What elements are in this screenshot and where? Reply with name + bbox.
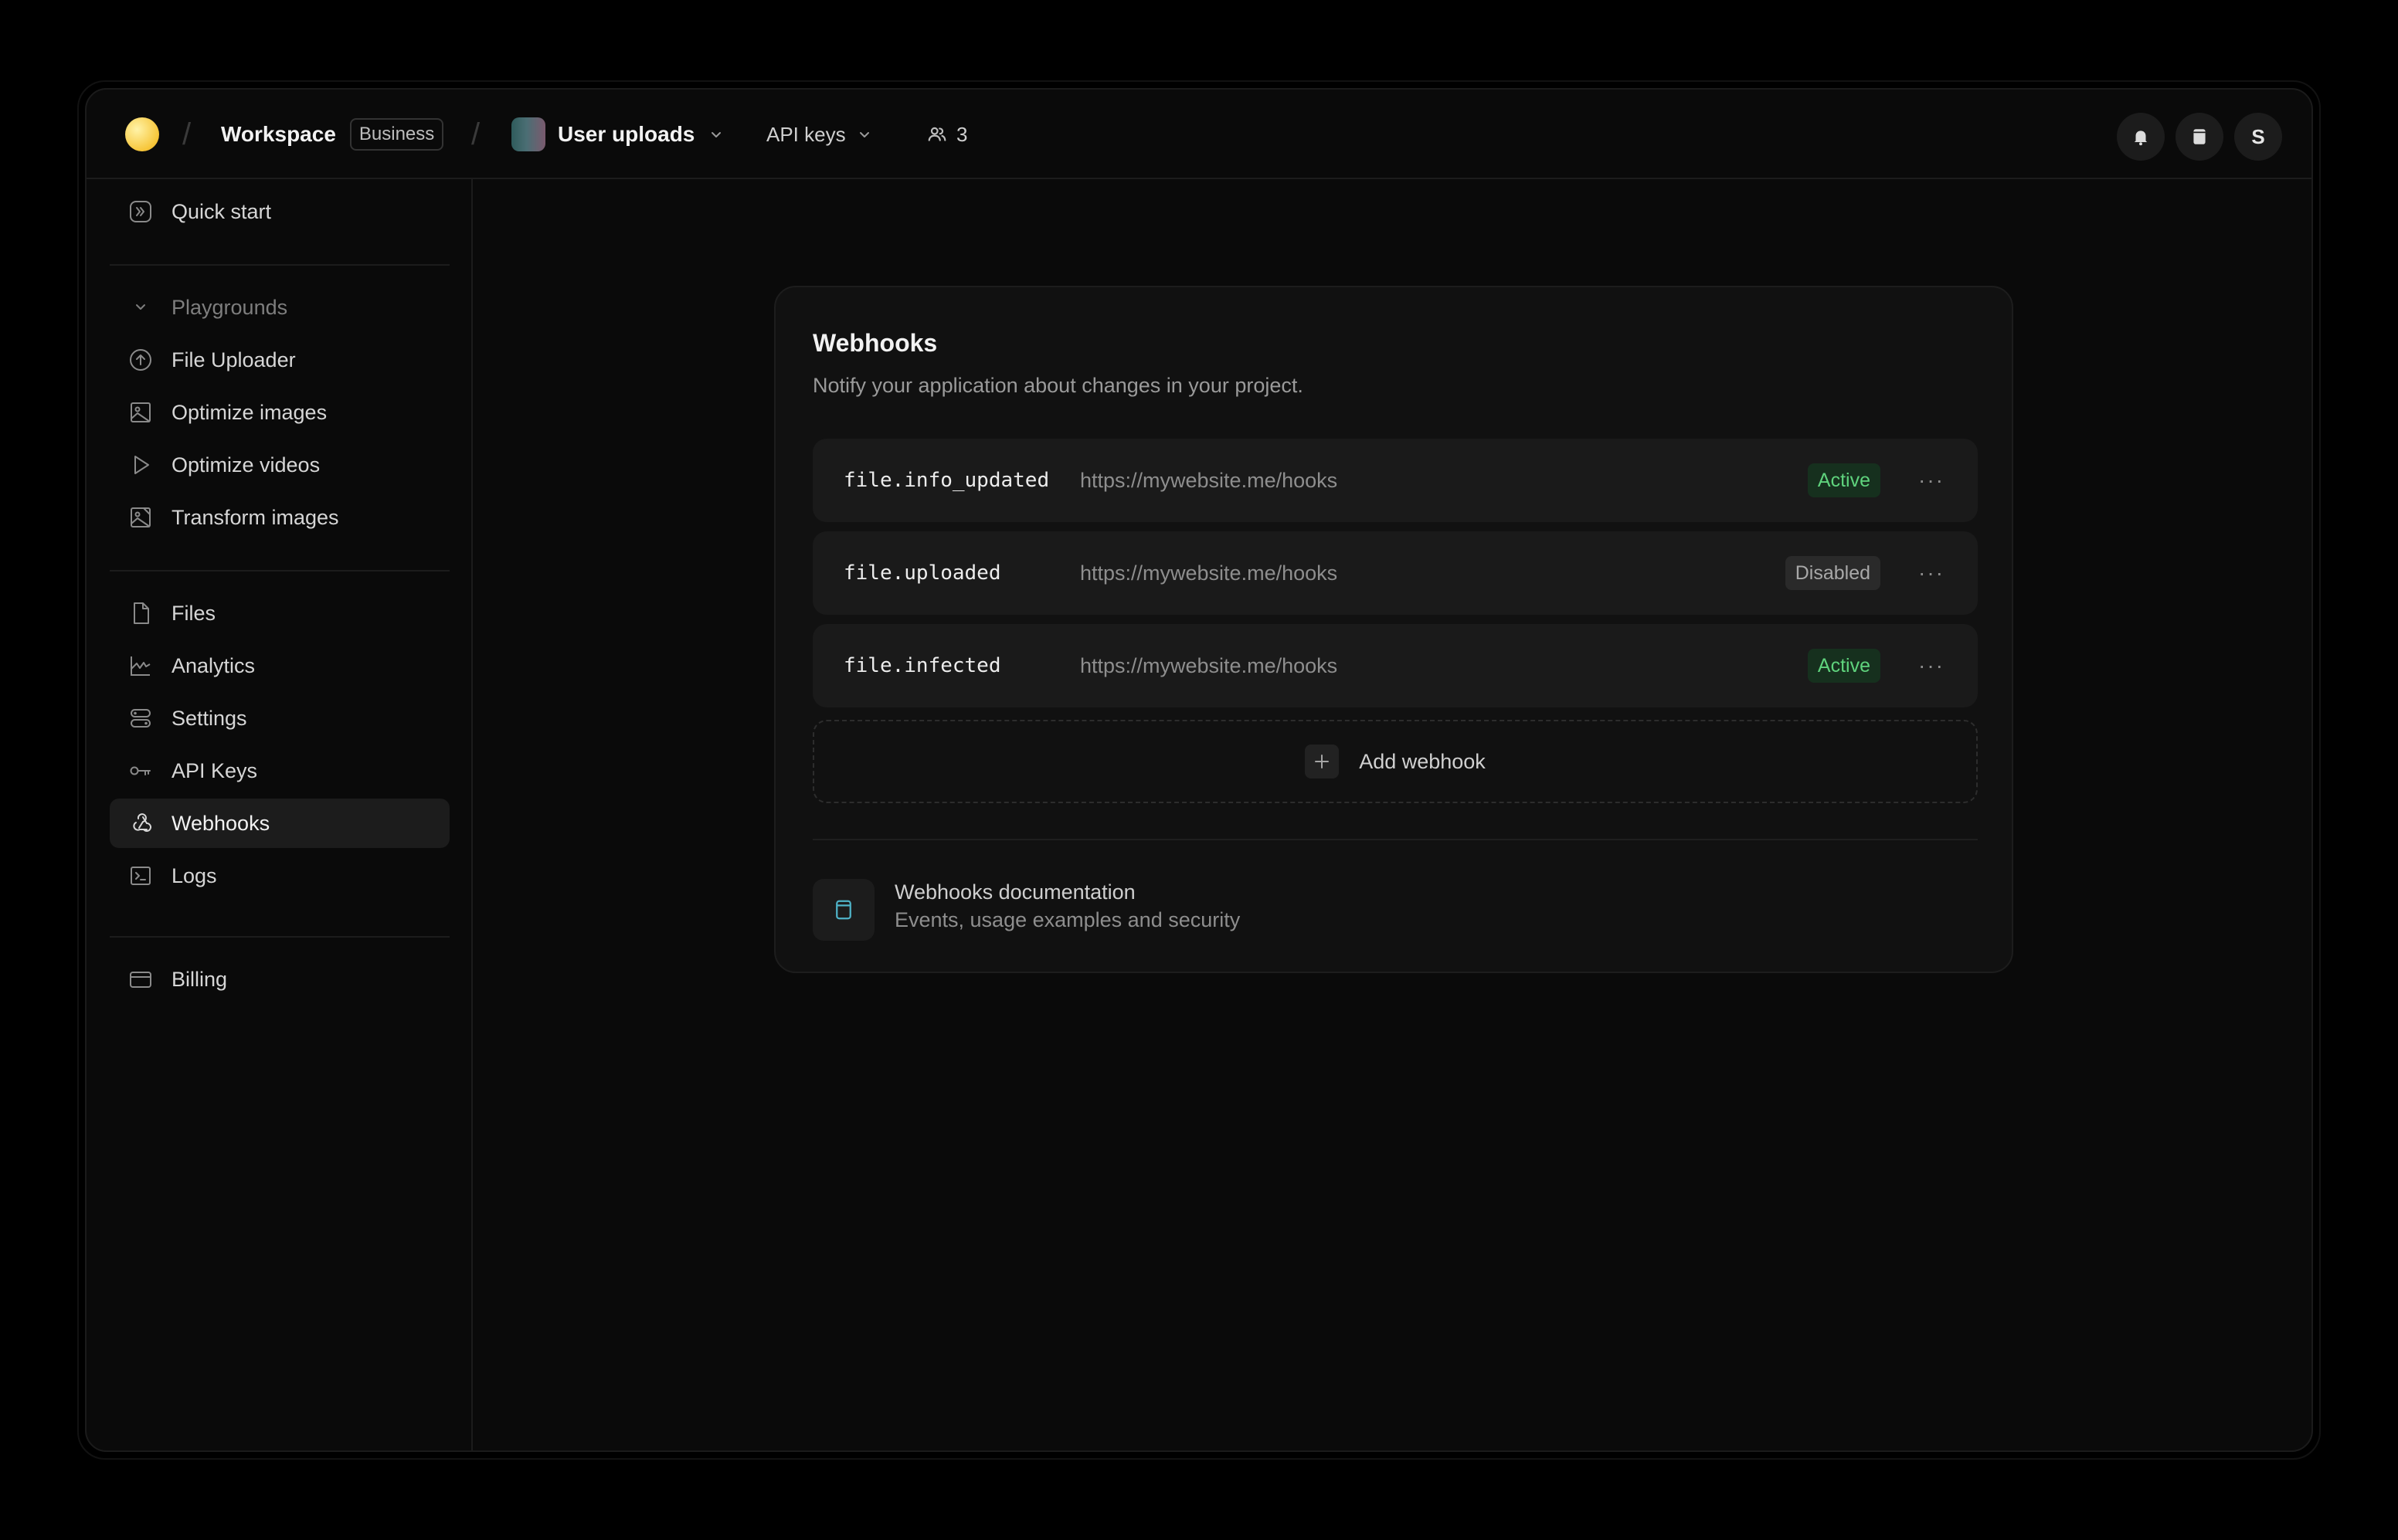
- sidebar-item-api-keys[interactable]: API Keys: [110, 746, 450, 795]
- sidebar-item-label: Logs: [172, 863, 217, 887]
- member-count: 3: [956, 122, 968, 146]
- user-avatar[interactable]: S: [2234, 113, 2282, 161]
- plus-icon: [1305, 745, 1340, 778]
- analytics-icon: [131, 656, 151, 676]
- api-keys-dropdown[interactable]: API keys: [766, 90, 872, 179]
- sidebar-item-label: Billing: [172, 967, 228, 991]
- webhook-event: file.uploaded: [844, 561, 1001, 585]
- sidebar-group-playgrounds[interactable]: Playgrounds: [110, 283, 450, 332]
- sidebar: Quick start Playgrounds File Uploader Op…: [87, 179, 473, 1450]
- app-window: / Workspace Business / User uploads API …: [85, 88, 2313, 1452]
- webhook-url: https://mywebsite.me/hooks: [1080, 561, 1338, 585]
- sidebar-item-label: Webhooks: [172, 811, 270, 835]
- users-icon: [928, 127, 946, 141]
- sidebar-item-label: Optimize images: [172, 400, 328, 424]
- more-options-button[interactable]: ···: [1916, 650, 1947, 681]
- docs-link-title[interactable]: Webhooks documentation: [895, 880, 1136, 904]
- sidebar-divider: [110, 264, 450, 266]
- card-divider: [813, 839, 1978, 840]
- sidebar-item-quick-start[interactable]: Quick start: [110, 187, 450, 236]
- chevron-down-icon: [136, 304, 145, 310]
- page-title: Webhooks: [813, 329, 938, 357]
- sidebar-item-logs[interactable]: Logs: [110, 851, 450, 901]
- docs-link-icon[interactable]: [813, 879, 875, 941]
- sidebar-divider: [110, 936, 450, 938]
- docs-link-subtitle: Events, usage examples and security: [895, 908, 1241, 931]
- sidebar-item-label: Files: [172, 601, 216, 625]
- breadcrumb-separator: /: [182, 117, 192, 151]
- docs-button[interactable]: [2176, 113, 2223, 161]
- more-options-button[interactable]: ···: [1916, 465, 1947, 496]
- transform-image-icon: [131, 507, 151, 527]
- status-badge: Disabled: [1785, 556, 1880, 590]
- sidebar-item-label: API Keys: [172, 758, 258, 782]
- add-webhook-label: Add webhook: [1359, 749, 1486, 773]
- settings-icon: [131, 709, 151, 728]
- members-button[interactable]: 3: [927, 90, 967, 179]
- plan-badge: Business: [349, 118, 444, 151]
- notifications-button[interactable]: [2117, 113, 2165, 161]
- status-badge: Active: [1807, 649, 1880, 683]
- project-icon: [511, 117, 545, 151]
- quick-start-icon: [130, 201, 151, 222]
- file-icon: [134, 602, 149, 624]
- sidebar-item-label: Quick start: [172, 199, 272, 223]
- webhooks-card: Webhooks Notify your application about c…: [774, 286, 2013, 973]
- book-icon: [836, 900, 851, 920]
- breadcrumb-separator: /: [471, 117, 481, 151]
- webhook-row[interactable]: file.uploaded https://mywebsite.me/hooks…: [813, 531, 1978, 615]
- sidebar-item-transform-images[interactable]: Transform images: [110, 493, 450, 542]
- book-icon: [2193, 129, 2206, 144]
- key-icon: [130, 766, 151, 775]
- avatar-initial: S: [2251, 124, 2265, 148]
- sidebar-item-optimize-videos[interactable]: Optimize videos: [110, 440, 450, 490]
- sidebar-item-label: Transform images: [172, 505, 339, 529]
- api-keys-label: API keys: [766, 122, 846, 146]
- workspace-logo[interactable]: [125, 90, 159, 179]
- project-switcher[interactable]: User uploads: [511, 90, 724, 179]
- page-subtitle: Notify your application about changes in…: [813, 374, 1303, 397]
- sidebar-item-files[interactable]: Files: [110, 589, 450, 638]
- workspace-switcher[interactable]: Workspace Business: [221, 90, 444, 179]
- webhook-url: https://mywebsite.me/hooks: [1080, 468, 1338, 492]
- sidebar-item-settings[interactable]: Settings: [110, 694, 450, 743]
- billing-icon: [130, 972, 151, 988]
- terminal-icon: [131, 867, 151, 885]
- sidebar-divider: [110, 570, 450, 572]
- play-icon: [134, 456, 149, 474]
- sidebar-item-label: File Uploader: [172, 348, 296, 371]
- chevron-down-icon: [859, 132, 869, 137]
- sidebar-item-file-uploader[interactable]: File Uploader: [110, 335, 450, 385]
- sidebar-item-label: Analytics: [172, 653, 256, 677]
- project-name: User uploads: [558, 122, 695, 146]
- more-options-button[interactable]: ···: [1916, 558, 1947, 589]
- webhook-row[interactable]: file.infected https://mywebsite.me/hooks…: [813, 624, 1978, 707]
- top-bar: / Workspace Business / User uploads API …: [87, 90, 2311, 179]
- workspace-logo-icon: [125, 117, 159, 151]
- webhook-url: https://mywebsite.me/hooks: [1080, 653, 1338, 677]
- status-badge: Active: [1807, 463, 1880, 497]
- chevron-down-icon: [712, 132, 722, 137]
- sidebar-item-optimize-images[interactable]: Optimize images: [110, 388, 450, 437]
- sidebar-item-analytics[interactable]: Analytics: [110, 641, 450, 690]
- webhook-event: file.info_updated: [844, 469, 1050, 492]
- webhook-row[interactable]: file.info_updated https://mywebsite.me/h…: [813, 439, 1978, 522]
- bell-icon: [2134, 131, 2148, 146]
- sidebar-item-label: Settings: [172, 706, 247, 730]
- sidebar-item-label: Optimize videos: [172, 453, 321, 477]
- workspace-name: Workspace: [221, 122, 336, 146]
- sidebar-item-webhooks[interactable]: Webhooks: [110, 799, 450, 848]
- webhook-event: file.infected: [844, 654, 1001, 677]
- image-icon: [131, 402, 151, 422]
- sidebar-group-label: Playgrounds: [172, 295, 288, 319]
- webhook-icon: [133, 813, 151, 832]
- sidebar-item-billing[interactable]: Billing: [110, 955, 450, 1004]
- upload-icon: [130, 349, 151, 371]
- add-webhook-button[interactable]: Add webhook: [813, 720, 1978, 803]
